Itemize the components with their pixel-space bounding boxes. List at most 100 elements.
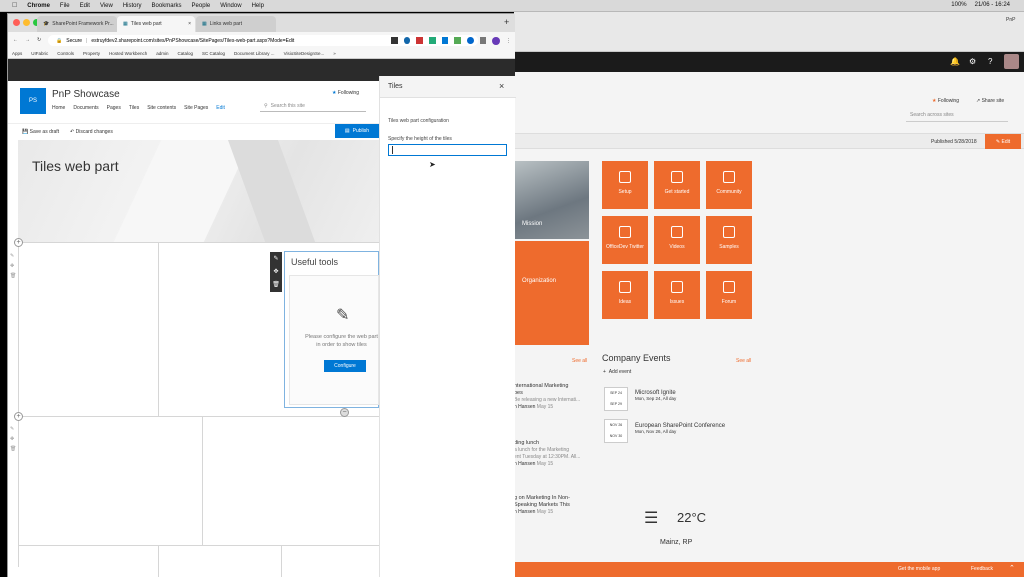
forward-icon[interactable]: → [25,37,30,43]
extension-icon[interactable] [467,37,474,44]
add-section-icon[interactable]: + [14,412,23,421]
section-delete-icon[interactable]: 🗑 [10,446,16,452]
more-menu-icon[interactable]: ⋮ [506,38,511,44]
chevron-right-icon[interactable]: » [333,51,336,56]
bg-following[interactable]: ★ Following [932,98,959,104]
tile-forum[interactable]: Forum [706,271,752,319]
nav-tiles[interactable]: Tiles [129,105,139,111]
nav-edit[interactable]: Edit [216,105,225,111]
bookmark-catalog[interactable]: Catalog [178,51,194,56]
bookmark-visio-site-design[interactable]: VisioSiteDesignSe... [284,51,325,56]
site-search[interactable]: ⚲ Search this site [260,100,366,112]
move-webpart-icon[interactable]: ✥ [270,265,282,278]
event-item[interactable]: Microsoft Ignite Mon, Sep 24, All day [635,390,676,401]
following-button[interactable]: ★ Following [332,90,359,96]
nav-site-pages[interactable]: Site Pages [184,105,208,111]
profile-name[interactable]: PnP [1006,17,1015,23]
bg-share[interactable]: ↗ Share site [976,98,1004,104]
edit-webpart-icon[interactable]: ✎ [270,252,282,265]
nav-site-contents[interactable]: Site contents [147,105,176,111]
tile-issues[interactable]: Issues [654,271,700,319]
bookmark-hosted-workbench[interactable]: Hosted Workbench [109,51,147,56]
publish-button[interactable]: ▤ Publish [335,124,379,138]
bg-search[interactable]: Search across sites [906,110,1008,122]
menu-app[interactable]: Chrome [27,3,50,9]
menu-bookmarks[interactable]: Bookmarks [152,3,182,9]
tile-ideas[interactable]: Ideas [602,271,648,319]
page-title[interactable]: Tiles web part [32,158,119,174]
add-section-icon[interactable]: + [14,238,23,247]
news-item[interactable]: nternational Marketing pes Be releasing … [514,383,589,411]
save-draft-button[interactable]: 💾 Save as draft [22,129,59,135]
tile-height-input[interactable] [388,144,507,156]
extension-icon[interactable] [441,37,449,44]
tile-samples[interactable]: Samples [706,216,752,264]
tile-officedev-twitter[interactable]: OfficeDev Twitter [602,216,648,264]
discard-button[interactable]: ↶ Discard changes [70,129,113,135]
mobile-app-link[interactable]: Get the mobile app [898,566,940,572]
webpart-title[interactable]: Useful tools [291,257,338,267]
site-logo[interactable]: PS [20,88,46,114]
help-icon[interactable]: ? [988,57,992,66]
menu-file[interactable]: File [60,3,70,9]
news-item[interactable]: g on Marketing In Non- Speaking Markets … [514,495,589,516]
menu-edit[interactable]: Edit [80,3,90,9]
extension-icon[interactable] [416,37,424,44]
bookmark-property[interactable]: Property [83,51,100,56]
section-edit-icon[interactable]: ✎ [10,426,14,432]
extension-icon[interactable] [454,37,462,44]
avatar[interactable] [1004,54,1019,69]
bg-edit-button[interactable]: ✎ Edit [985,134,1021,149]
gear-icon[interactable]: ⚙ [969,57,976,66]
reload-icon[interactable]: ↻ [37,37,41,43]
extension-icon[interactable] [391,37,398,44]
apple-icon[interactable]:  [12,2,17,9]
back-icon[interactable]: ← [13,37,18,43]
site-title[interactable]: PnP Showcase [52,89,120,100]
tile-videos[interactable]: Videos [654,216,700,264]
battery-text[interactable]: 100% [951,2,966,8]
news-item[interactable]: ding lunch a lunch for the Marketing ent… [514,440,589,468]
bookmark-controls[interactable]: Controls [57,51,74,56]
extension-icon[interactable] [403,37,411,44]
close-window-button[interactable] [13,19,20,26]
nav-home[interactable]: Home [52,105,65,111]
tile-community[interactable]: Community [706,161,752,209]
menu-view[interactable]: View [100,3,113,9]
menu-people[interactable]: People [192,3,211,9]
mission-image[interactable]: Mission [514,161,589,239]
tab-sharepoint-framework[interactable]: 🎓 SharePoint Framework Pr... [37,16,117,32]
extension-icon[interactable] [429,37,436,44]
section-move-icon[interactable]: ✥ [10,263,14,269]
menu-window[interactable]: Window [220,3,241,9]
tab-links-web-part[interactable]: ▦ Links web part [196,16,276,32]
close-icon[interactable]: × [188,21,191,27]
section-delete-icon[interactable]: 🗑 [10,273,16,279]
bookmark-admin[interactable]: admin [156,51,168,56]
close-icon[interactable]: × [499,81,504,91]
tab-tiles-web-part[interactable]: ▦ Tiles web part × [117,16,195,32]
events-see-all[interactable]: See all [736,358,751,364]
news-see-all[interactable]: See all [572,358,587,364]
tile-get-started[interactable]: Get started [654,161,700,209]
delete-webpart-icon[interactable]: 🗑 [270,278,282,291]
add-webpart-icon[interactable]: − [340,408,349,417]
section-edit-icon[interactable]: ✎ [10,253,14,259]
bookmark-document-library[interactable]: Document Library ... [234,51,275,56]
nav-documents[interactable]: Documents [73,105,98,111]
tile-setup[interactable]: Setup [602,161,648,209]
bookmark-uifabric[interactable]: UIFabric [31,51,48,56]
menu-history[interactable]: History [123,3,142,9]
event-item[interactable]: European SharePoint Conference Mon, Nov … [635,423,725,434]
minimize-window-button[interactable] [23,19,30,26]
organization-tile[interactable]: Organization [514,241,589,345]
extension-icon[interactable] [479,37,487,44]
section-move-icon[interactable]: ✥ [10,436,14,442]
clock-text[interactable]: 21/06 - 16:24 [975,2,1010,8]
feedback-link[interactable]: Feedback [971,566,993,572]
configure-button[interactable]: Configure [324,360,366,372]
new-tab-icon[interactable]: + [504,17,509,27]
bookmark-sc-catalog[interactable]: SC Catalog [202,51,225,56]
bell-icon[interactable]: 🔔 [950,57,960,66]
nav-pages[interactable]: Pages [107,105,121,111]
